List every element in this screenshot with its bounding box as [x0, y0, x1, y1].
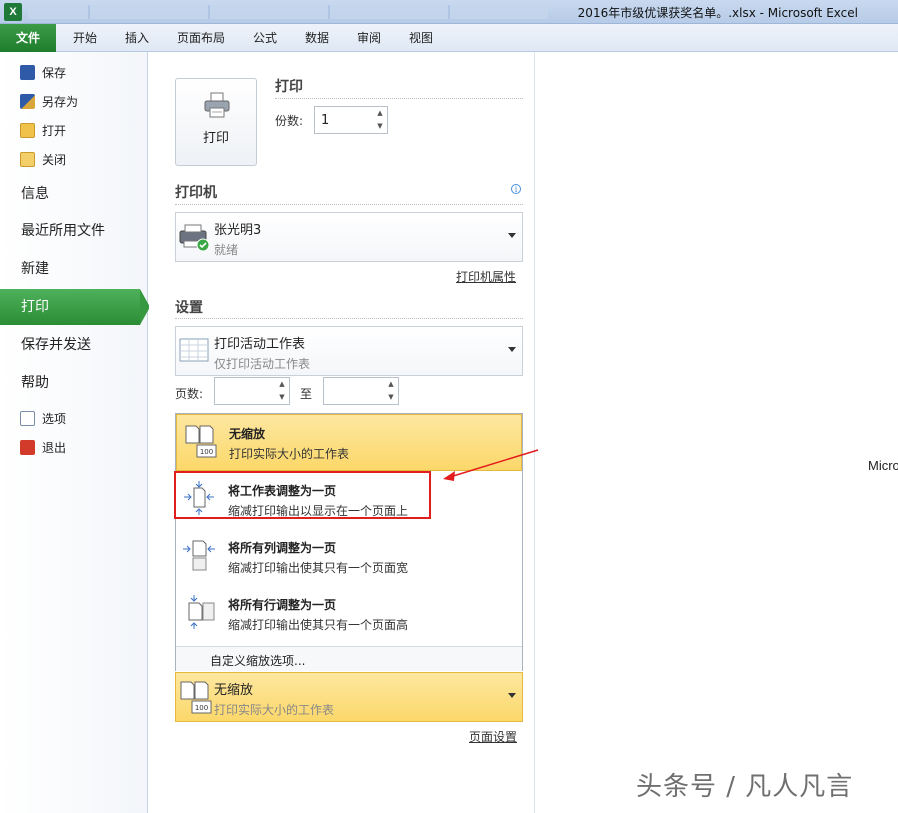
option-main: 将所有列调整为一页 [228, 541, 337, 555]
spinner-arrows[interactable]: ▲ ▼ [384, 378, 398, 404]
scaling-selected-sub: 打印实际大小的工作表 [214, 703, 335, 717]
tab-formulas[interactable]: 公式 [242, 24, 288, 52]
nav-save[interactable]: 保存 [20, 61, 66, 83]
fit-rows-icon [188, 595, 215, 629]
exit-icon [20, 439, 35, 455]
quick-access-toolbar[interactable] [28, 5, 548, 19]
nav-new[interactable]: 新建 [0, 251, 148, 287]
copies-spinner[interactable]: 1 ▲ ▼ [314, 106, 388, 134]
tab-view[interactable]: 视图 [398, 24, 444, 52]
nav-options[interactable]: 选项 [20, 407, 66, 429]
nav-print[interactable]: 打印 [0, 289, 150, 325]
watermark: 头条号 / 凡人凡言 [636, 772, 854, 802]
printer-properties-link[interactable]: 打印机属性 [456, 268, 516, 285]
nav-info[interactable]: 信息 [0, 176, 148, 212]
option-main: 将所有行调整为一页 [228, 598, 337, 612]
excel-app-icon[interactable]: X [4, 3, 22, 21]
print-preview-text: Micro [868, 458, 898, 473]
chevron-down-icon [508, 233, 516, 238]
tab-review[interactable]: 审阅 [346, 24, 392, 52]
window-title: 2016年市级优课获奖名单。.xlsx - Microsoft Excel [577, 6, 858, 20]
print-what-sub: 仅打印活动工作表 [214, 357, 311, 371]
divider [175, 318, 523, 319]
print-button[interactable]: 打印 [175, 78, 257, 166]
no-scaling-icon: 100 [180, 681, 212, 714]
copies-value: 1 [321, 113, 330, 128]
nav-save-as-label: 另存为 [42, 94, 79, 109]
title-bar: X 2016年市级优课获奖名单。.xlsx - Microsoft Excel [0, 0, 898, 24]
tab-data[interactable]: 数据 [294, 24, 340, 52]
close-folder-icon [20, 151, 35, 167]
no-scaling-icon: 100 [185, 425, 217, 458]
info-icon[interactable]: i [511, 184, 521, 194]
option-main: 无缩放 [229, 427, 266, 441]
nav-help[interactable]: 帮助 [0, 365, 148, 401]
nav-save-as[interactable]: 另存为 [20, 90, 78, 112]
svg-text:100: 100 [195, 704, 208, 712]
printer-name: 张光明3 [214, 223, 262, 238]
pages-to-spinner[interactable]: ▲ ▼ [323, 377, 399, 405]
nav-open-label: 打开 [42, 123, 67, 138]
ribbon-tabs: 文件 开始 插入 页面布局 公式 数据 审阅 视图 [0, 24, 898, 52]
scaling-option-fit-rows[interactable]: 将所有行调整为一页 缩减打印输出使其只有一个页面高 [176, 586, 522, 643]
print-button-label: 打印 [202, 131, 229, 146]
save-as-icon [20, 93, 35, 109]
nav-close-label: 关闭 [42, 152, 67, 167]
option-sub: 缩减打印输出使其只有一个页面宽 [228, 561, 409, 575]
backstage-nav: 保存 另存为 打开 关闭 信息 最近所用文件 新建 打印 保存并发送 帮助 选项… [0, 52, 150, 813]
nav-exit-label: 退出 [42, 440, 67, 455]
copies-label: 份数: [275, 114, 304, 128]
annotation-highlight-box [174, 471, 431, 519]
printer-ready-icon [179, 224, 210, 252]
print-settings-panel: 打印 打印 份数: 1 ▲ ▼ 打印机 i 张光明3 就绪 打印机属性 设置 打… [149, 52, 535, 813]
printer-status: 就绪 [214, 243, 239, 257]
nav-exit[interactable]: 退出 [20, 436, 66, 458]
print-what-main: 打印活动工作表 [214, 337, 306, 352]
nav-save-label: 保存 [42, 65, 67, 80]
tab-file[interactable]: 文件 [0, 24, 56, 52]
pages-to-label: 至 [300, 387, 313, 401]
scaling-options-list: 100 无缩放 打印实际大小的工作表 将工作表调整为一页 缩减打印输出以显示在一… [175, 413, 523, 671]
printer-dropdown[interactable]: 张光明3 就绪 [175, 212, 523, 262]
divider [275, 98, 523, 99]
tab-insert[interactable]: 插入 [114, 24, 160, 52]
chevron-down-icon [508, 347, 516, 352]
printer-icon [204, 92, 230, 118]
option-sub: 缩减打印输出使其只有一个页面高 [228, 618, 409, 632]
tab-page-layout[interactable]: 页面布局 [168, 24, 234, 52]
print-heading: 打印 [275, 79, 303, 95]
scaling-option-no-scaling[interactable]: 100 无缩放 打印实际大小的工作表 [176, 414, 522, 471]
save-icon [20, 64, 35, 80]
svg-text:100: 100 [200, 448, 213, 456]
chevron-down-icon [508, 693, 516, 698]
spinner-arrows[interactable]: ▲ ▼ [275, 378, 289, 404]
nav-close[interactable]: 关闭 [20, 148, 66, 170]
nav-options-label: 选项 [42, 411, 67, 426]
printer-heading: 打印机 [175, 185, 217, 201]
page-setup-link[interactable]: 页面设置 [469, 728, 517, 745]
tab-home[interactable]: 开始 [62, 24, 108, 52]
scaling-option-fit-columns[interactable]: 将所有列调整为一页 缩减打印输出使其只有一个页面宽 [176, 529, 522, 586]
fit-columns-icon [183, 540, 215, 571]
custom-scaling-option[interactable]: 自定义缩放选项... [176, 646, 522, 671]
options-icon [20, 410, 35, 426]
pages-from-spinner[interactable]: ▲ ▼ [214, 377, 290, 405]
nav-save-send[interactable]: 保存并发送 [0, 327, 148, 363]
print-what-dropdown[interactable]: 打印活动工作表 仅打印活动工作表 [175, 326, 523, 376]
pages-label: 页数: [175, 387, 204, 401]
divider [175, 204, 523, 205]
nav-open[interactable]: 打开 [20, 119, 66, 141]
worksheet-icon [179, 338, 209, 362]
spinner-arrows[interactable]: ▲ ▼ [373, 107, 387, 133]
custom-scaling-label: 自定义缩放选项... [210, 654, 306, 668]
scaling-dropdown[interactable]: 100 无缩放 打印实际大小的工作表 [175, 672, 523, 722]
open-folder-icon [20, 122, 35, 138]
settings-heading: 设置 [175, 300, 203, 316]
nav-recent[interactable]: 最近所用文件 [0, 213, 148, 249]
scaling-selected-main: 无缩放 [214, 683, 254, 698]
option-sub: 打印实际大小的工作表 [229, 447, 350, 461]
